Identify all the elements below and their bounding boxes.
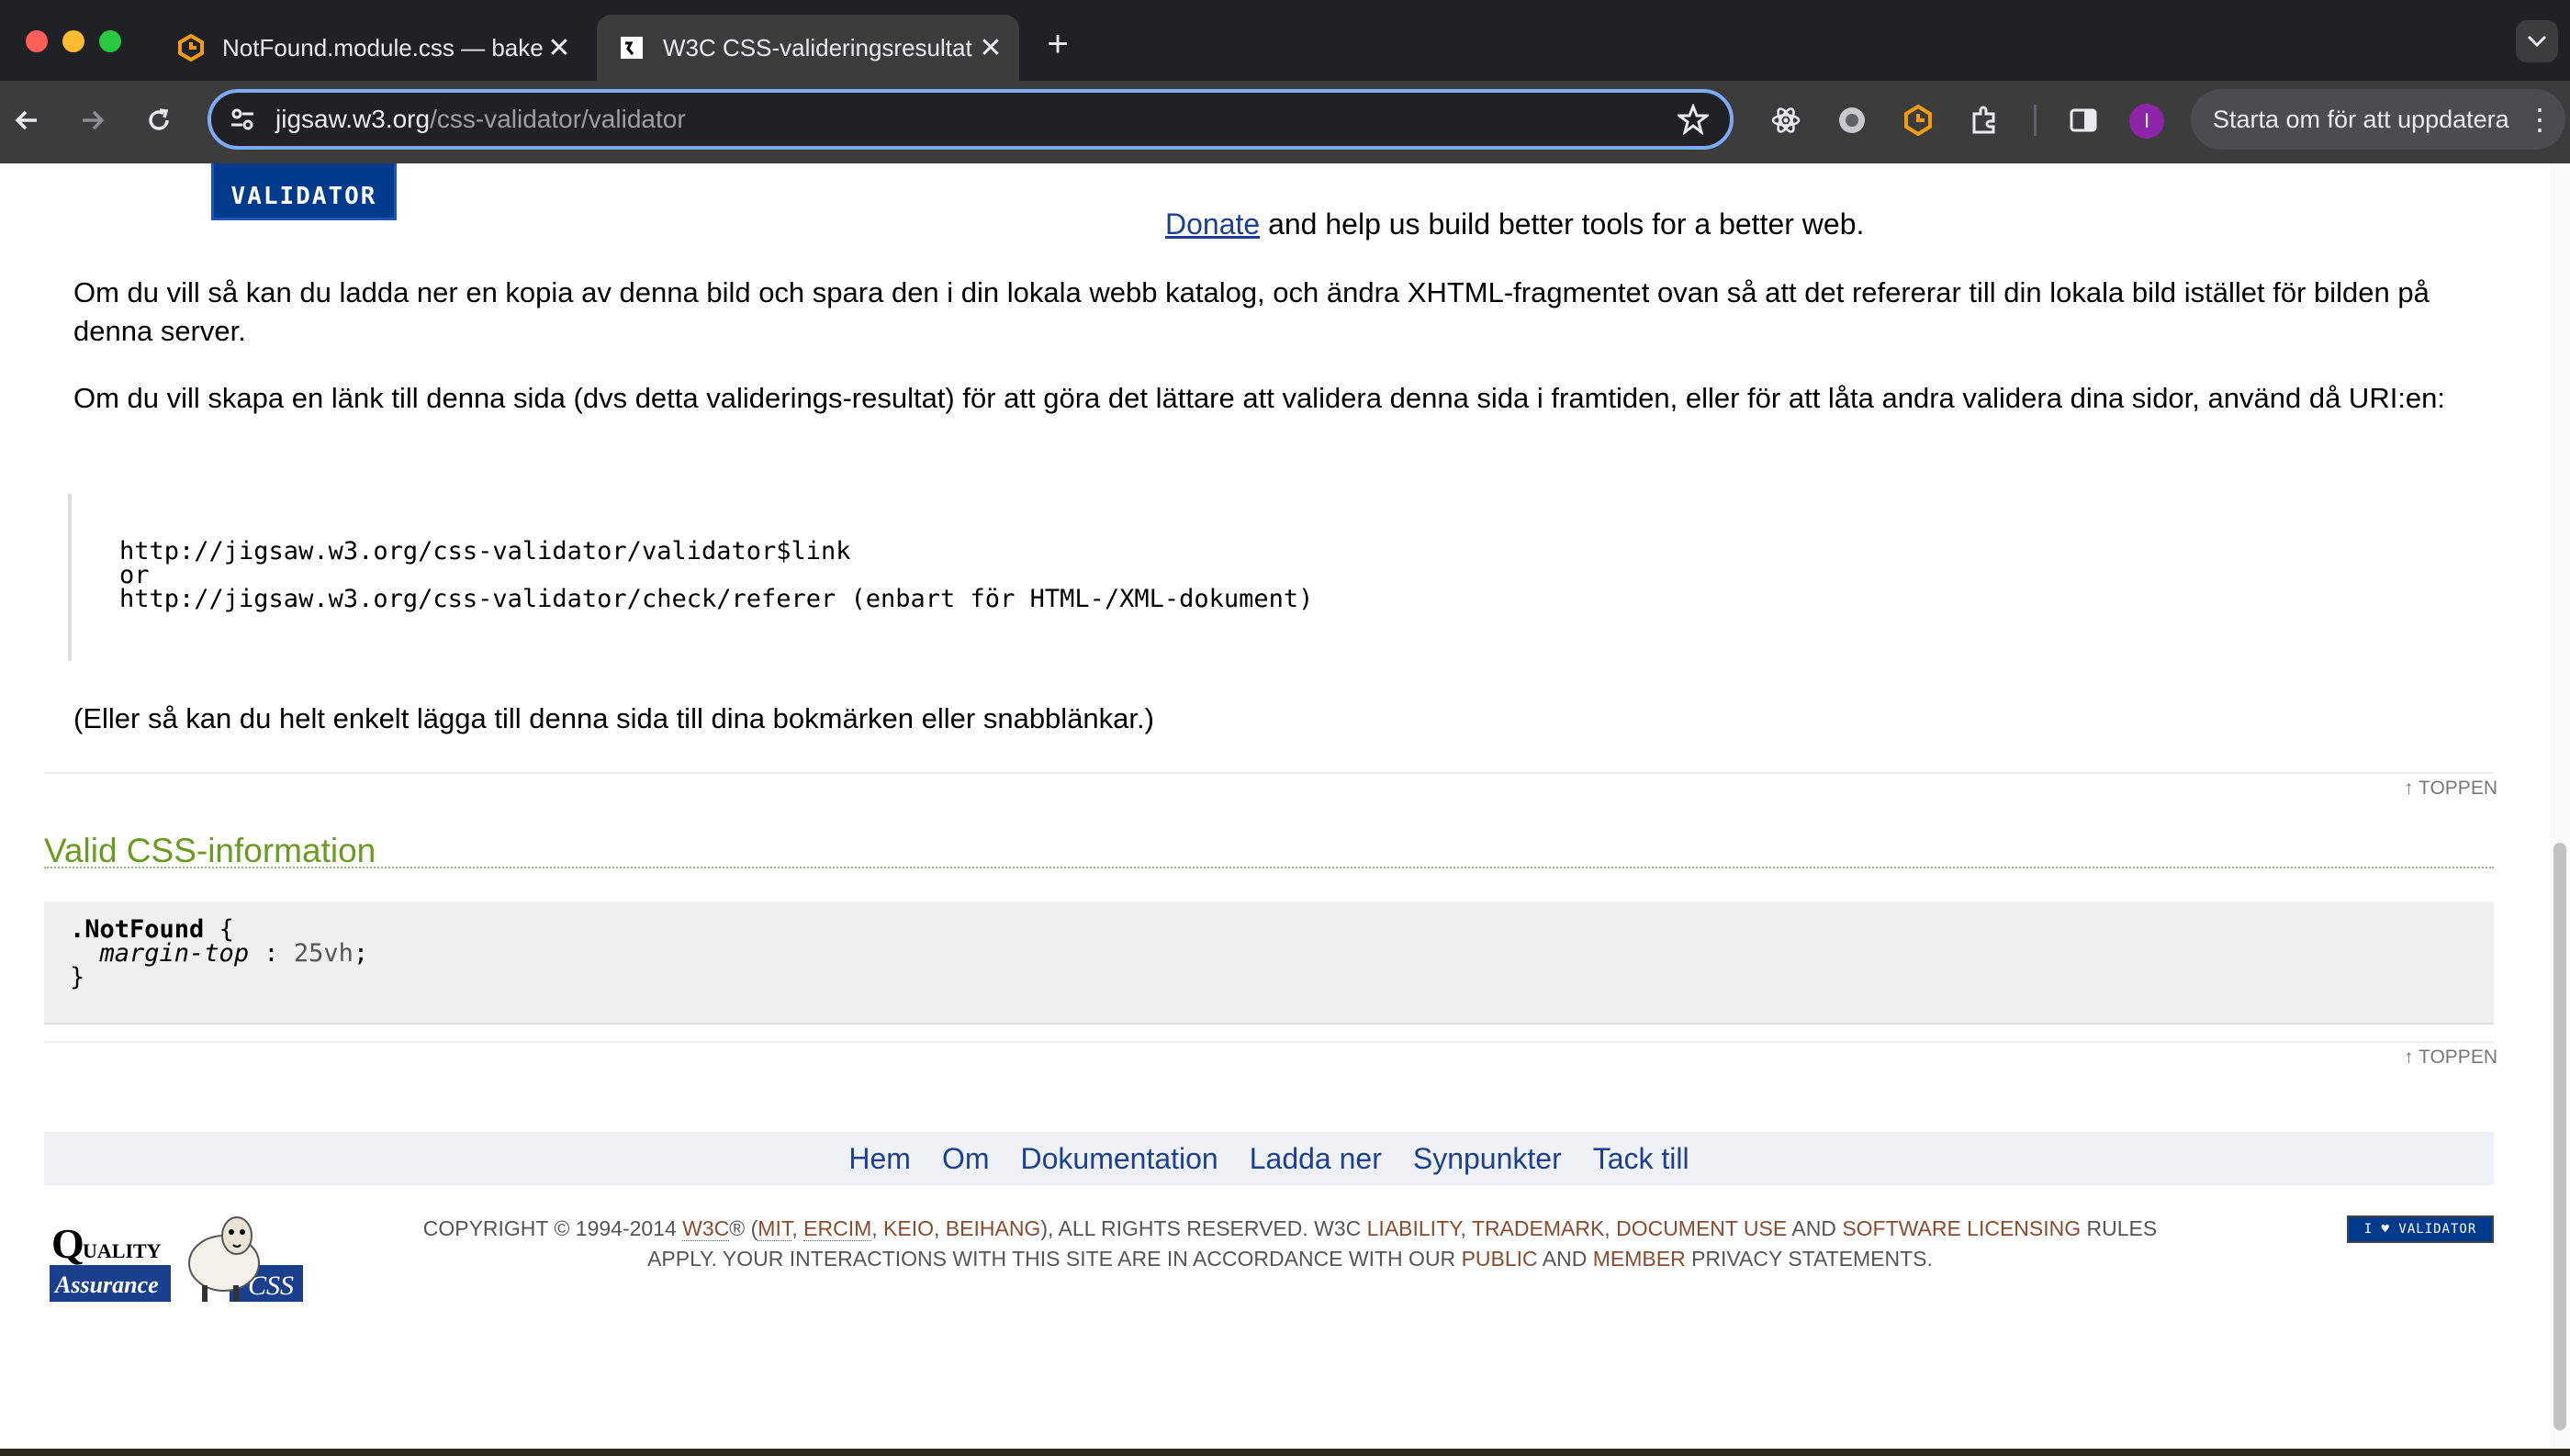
donate-text: and help us build better tools for a bet… (1260, 207, 1865, 241)
forward-icon[interactable] (72, 99, 114, 141)
new-tab-icon[interactable]: + (1038, 24, 1078, 64)
nav-link-download[interactable]: Ladda ner (1250, 1142, 1382, 1176)
tab-w3c-validator[interactable]: W3C CSS-valideringsresultat ✕ (597, 15, 1019, 81)
member-privacy-link[interactable]: member (1593, 1247, 1686, 1271)
validator-page: VALIDATOR Donate and help us build bette… (0, 163, 2543, 1449)
software-licensing-link[interactable]: software licensing (1842, 1216, 2081, 1240)
more-menu-icon[interactable]: ⋮ (2521, 102, 2558, 137)
tab-title: NotFound.module.css — bake (222, 33, 544, 62)
document-use-link[interactable]: document use (1616, 1216, 1787, 1240)
svg-text:Q: Q (51, 1221, 84, 1267)
bakery-extension-icon[interactable] (1899, 101, 1937, 140)
validator-badge-image: VALIDATOR (211, 163, 397, 220)
url-host: jigsaw.w3.org (275, 105, 431, 133)
css-sheep-logo[interactable]: CSS (180, 1212, 305, 1304)
bakery-favicon-icon (176, 33, 206, 62)
i-love-validator-badge[interactable]: I ♥ VALIDATOR (2347, 1215, 2494, 1243)
scrollbar-thumb[interactable] (2553, 843, 2566, 1430)
footer-nav: Hem Om Dokumentation Ladda ner Synpunkte… (44, 1132, 2494, 1185)
tab-notfound-css[interactable]: NotFound.module.css — bake ✕ (156, 15, 588, 81)
css-value: 25vh (293, 939, 354, 968)
desktop-background-strip (0, 1449, 2570, 1456)
donate-line: Donate and help us build better tools fo… (1165, 207, 1864, 241)
bookmark-star-icon[interactable] (1673, 99, 1713, 140)
badge-text: VALIDATOR (230, 183, 377, 210)
copyright-text: Copyright © 1994-2014 (422, 1216, 683, 1240)
nav-link-about[interactable]: Om (942, 1142, 990, 1176)
toolbar-separator (2034, 105, 2037, 136)
side-panel-icon[interactable] (2064, 101, 2103, 140)
tab-search-chevron-icon[interactable] (2516, 20, 2558, 62)
tab-title: W3C CSS-valideringsresultat (663, 33, 972, 62)
svg-text:Assurance: Assurance (53, 1271, 159, 1298)
copyright-text: and (1787, 1216, 1843, 1240)
reload-icon[interactable] (138, 99, 180, 141)
paragraph-bookmark: (Eller så kan du helt enkelt lägga till … (73, 702, 1154, 734)
profile-avatar[interactable]: I (2129, 104, 2164, 139)
extensions-puzzle-icon[interactable] (1965, 101, 2003, 140)
uri-code: http://jigsaw.w3.org/css-validator/valid… (119, 537, 1314, 613)
back-to-top-link[interactable]: ↑ TOPPEN (2404, 778, 2497, 800)
css-property: margin-top (99, 939, 250, 968)
copyright-text: privacy statements. (1685, 1247, 1933, 1271)
donate-link[interactable]: Donate (1165, 207, 1260, 241)
zoom-window-icon[interactable] (99, 30, 121, 52)
page-viewport: VALIDATOR Donate and help us build bette… (0, 163, 2570, 1449)
back-to-top-link[interactable]: ↑ TOPPEN (2404, 1047, 2497, 1069)
paragraph-download-image: Om du vill så kan du ladda ner en kopia … (73, 276, 2430, 347)
close-tab-icon[interactable]: ✕ (975, 32, 1006, 63)
css-code: .NotFound { margin-top : 25vh; } (70, 915, 369, 991)
section-title-underline (44, 867, 2494, 868)
close-window-icon[interactable] (26, 30, 48, 52)
nav-link-credits[interactable]: Tack till (1593, 1142, 1689, 1176)
url-path: /css-validator/validator (430, 105, 686, 133)
page-scrollbar[interactable] (2550, 163, 2570, 1449)
close-tab-icon[interactable]: ✕ (544, 32, 575, 63)
copyright-text: ), All Rights Reserved. W3C (1040, 1216, 1367, 1240)
tab-strip: NotFound.module.css — bake ✕ W3C CSS-val… (0, 0, 2570, 81)
paragraph-link-uri: Om du vill skapa en länk till denna sida… (73, 382, 2446, 414)
update-button-label: Starta om för att uppdatera (2213, 105, 2509, 133)
quality-assurance-logo[interactable]: Q UALITY Assurance (50, 1221, 171, 1302)
copyright-notice: Copyright © 1994-2014 W3C® (MIT, ERCIM, … (422, 1216, 2158, 1271)
keio-link[interactable]: Keio (883, 1216, 934, 1240)
site-info-icon[interactable] (224, 101, 261, 138)
w3c-link[interactable]: W3C (682, 1216, 730, 1241)
copyright-text: ® ( (729, 1216, 758, 1240)
divider (44, 772, 2494, 774)
w3c-favicon-icon (617, 33, 646, 62)
css-code-block: .NotFound { margin-top : 25vh; } (44, 902, 2494, 1025)
nav-link-home[interactable]: Hem (848, 1142, 911, 1176)
uri-blockquote: http://jigsaw.w3.org/css-validator/valid… (68, 494, 2496, 661)
mit-link[interactable]: MIT (758, 1216, 792, 1241)
section-title: Valid CSS-information (44, 832, 376, 869)
url-text: jigsaw.w3.org/css-validator/validator (275, 105, 1673, 134)
extension-circle-icon[interactable] (1833, 101, 1871, 140)
svg-text:UALITY: UALITY (83, 1239, 162, 1262)
nav-link-feedback[interactable]: Synpunkter (1413, 1142, 1562, 1176)
address-bar[interactable]: jigsaw.w3.org/css-validator/validator (208, 89, 1734, 150)
public-privacy-link[interactable]: public (1462, 1247, 1538, 1271)
back-icon[interactable] (6, 99, 48, 141)
restart-to-update-button[interactable]: Starta om för att uppdatera ⋮ (2191, 89, 2565, 150)
copyright-text: and (1537, 1247, 1593, 1271)
beihang-link[interactable]: Beihang (946, 1216, 1041, 1240)
liability-link[interactable]: liability (1367, 1216, 1461, 1240)
ercim-link[interactable]: ERCIM (803, 1216, 872, 1241)
minimize-window-icon[interactable] (62, 30, 84, 52)
divider (44, 1041, 2494, 1043)
trademark-link[interactable]: trademark (1472, 1216, 1604, 1240)
nav-link-documentation[interactable]: Dokumentation (1020, 1142, 1218, 1176)
browser-chrome: NotFound.module.css — bake ✕ W3C CSS-val… (0, 0, 2570, 163)
react-devtools-icon[interactable] (1767, 101, 1805, 140)
